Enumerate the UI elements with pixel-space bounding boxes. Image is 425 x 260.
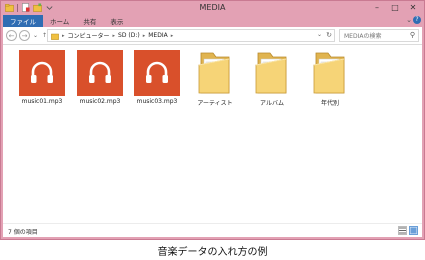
maximize-button[interactable]: □ — [388, 2, 402, 13]
chevron-right-icon[interactable]: ▸ — [113, 33, 116, 39]
minimize-button[interactable]: – — [370, 2, 384, 13]
folder-item[interactable]: アーティスト — [186, 50, 244, 107]
navigation-bar: ← → ⌄ ↑ ▸ コンピューター ▸ SD (D:) ▸ MEDIA ▸ ⌄ … — [3, 27, 422, 45]
address-history-icon[interactable]: ⌄ — [317, 31, 322, 38]
folder-name: アルバム — [260, 100, 284, 107]
audio-file-icon — [19, 50, 65, 96]
file-item[interactable]: music02.mp3 — [71, 50, 129, 105]
search-input[interactable]: MEDIAの検索 ⚲ — [339, 29, 419, 42]
large-icons-view-icon[interactable] — [409, 226, 418, 235]
folder-icon — [313, 52, 345, 94]
folder-name: 年代別 — [320, 100, 339, 107]
tab-file[interactable]: ファイル — [3, 15, 43, 27]
caption: 音楽データの入れ方の例 — [157, 247, 268, 258]
file-item[interactable]: music03.mp3 — [128, 50, 186, 105]
close-button[interactable]: ✕ — [406, 2, 420, 13]
chevron-right-icon[interactable]: ▸ — [171, 33, 174, 39]
file-name: music01.mp3 — [21, 98, 63, 105]
folder-icon — [51, 33, 59, 40]
ribbon-tabs: ファイル ホーム 共有 表示 — [3, 15, 422, 27]
view-switcher — [398, 226, 418, 235]
folder-item[interactable]: 年代別 — [301, 50, 359, 107]
tab-home[interactable]: ホーム — [43, 15, 76, 27]
forward-icon[interactable]: → — [19, 30, 30, 41]
file-list: music01.mp3 music02.mp3 music03.mp3 アーティ… — [3, 45, 422, 223]
file-name: music02.mp3 — [79, 98, 121, 105]
audio-file-icon — [77, 50, 123, 96]
recent-locations-icon[interactable]: ⌄ — [32, 32, 39, 39]
nav-buttons: ← → ⌄ ↑ — [6, 30, 48, 41]
folder-name: アーティスト — [197, 100, 233, 107]
breadcrumb-computer[interactable]: コンピューター — [68, 31, 110, 40]
folder-icon — [255, 52, 287, 94]
help-icon[interactable]: ? — [413, 16, 421, 24]
title-bar: MEDIA – □ ✕ — [1, 1, 424, 15]
tab-share[interactable]: 共有 — [76, 15, 103, 27]
search-placeholder: MEDIAの検索 — [344, 33, 382, 40]
chevron-right-icon[interactable]: ▸ — [143, 33, 146, 39]
folder-item[interactable]: アルバム — [243, 50, 301, 107]
file-name: music03.mp3 — [136, 98, 178, 105]
refresh-icon[interactable]: ↻ — [326, 31, 332, 39]
window-title: MEDIA — [199, 3, 226, 12]
item-count: 7 個の項目 — [8, 229, 38, 236]
breadcrumb-sd-drive[interactable]: SD (D:) — [118, 32, 140, 39]
audio-file-icon — [134, 50, 180, 96]
details-view-icon[interactable] — [398, 226, 407, 235]
file-item[interactable]: music01.mp3 — [13, 50, 71, 105]
chevron-right-icon[interactable]: ▸ — [62, 33, 65, 39]
back-icon[interactable]: ← — [6, 30, 17, 41]
folder-icon — [198, 52, 230, 94]
address-bar[interactable]: ▸ コンピューター ▸ SD (D:) ▸ MEDIA ▸ ⌄ ↻ — [47, 29, 335, 42]
explorer-window: MEDIA – □ ✕ ファイル ホーム 共有 表示 ⌄ ? ← → ⌄ ↑ ▸… — [0, 0, 425, 240]
status-bar: 7 個の項目 — [3, 223, 422, 237]
search-icon[interactable]: ⚲ — [410, 31, 415, 39]
window-controls: – □ ✕ — [370, 2, 420, 13]
expand-ribbon-icon[interactable]: ⌄ — [406, 16, 412, 24]
breadcrumb-media[interactable]: MEDIA — [148, 32, 167, 39]
tab-view[interactable]: 表示 — [103, 15, 130, 27]
